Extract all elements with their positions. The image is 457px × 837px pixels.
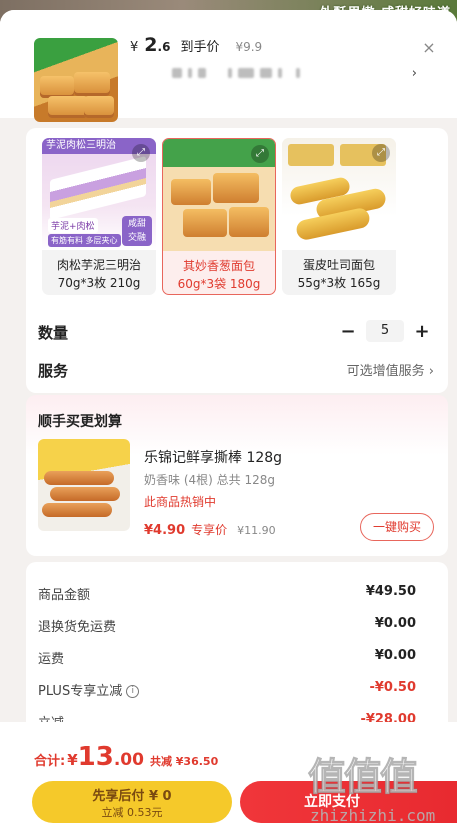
variant-name: 蛋皮吐司面包	[302, 258, 375, 272]
variant-option-2[interactable]: 其妙香葱面包 60g*3袋 180g ⤢	[162, 138, 276, 295]
summary-row: 退换货免运费 ¥0.00	[38, 616, 416, 635]
close-button[interactable]: ×	[419, 38, 439, 58]
recommend-product-title[interactable]: 乐锦记鲜享撕棒 128g	[144, 447, 282, 467]
zoom-icon[interactable]: ⤢	[372, 144, 390, 162]
spec-arrow-icon[interactable]: ›	[412, 66, 417, 81]
recommend-product-spec: 奶香味 (4根) 总共 128g	[144, 473, 275, 487]
hot-sale-tag: 此商品热销中	[144, 495, 217, 509]
variant-spec: 60g*3袋 180g	[177, 277, 261, 291]
recommend-title: 顺手买更划算	[38, 414, 122, 430]
recommend-price: ¥4.90 专享价 ¥11.90	[144, 523, 276, 538]
zoom-icon[interactable]: ⤢	[251, 145, 269, 163]
price-row: ¥ 2.6 到手价 ¥9.9	[130, 34, 262, 56]
plus-button[interactable]: +	[414, 321, 430, 342]
variant-name: 肉松芋泥三明治	[56, 258, 141, 272]
minus-button[interactable]: −	[340, 321, 356, 342]
variant-1-subtag: 有筋有料 多层夹心	[48, 234, 121, 247]
price-label: 到手价	[180, 40, 220, 55]
quantity-stepper: − 5 +	[340, 320, 430, 342]
saved-amount: 共减 ¥36.50	[149, 755, 219, 768]
one-click-buy-button[interactable]: 一键购买	[360, 513, 434, 541]
quantity-label: 数量	[38, 324, 69, 342]
total-amount: 合计: ¥ 13 .00 共减 ¥36.50	[34, 742, 219, 772]
variant-1-badge: 咸甜 交融	[122, 216, 152, 246]
price-summary-card: 商品金额 ¥49.50 退换货免运费 ¥0.00 运费 ¥0.00 PLUS专享立减 i…	[26, 562, 448, 732]
product-thumbnail[interactable]	[34, 38, 118, 122]
variant-spec: 70g*3枚 210g	[57, 276, 141, 290]
zoom-icon[interactable]: ⤢	[132, 144, 150, 162]
summary-row: 运费 ¥0.00	[38, 648, 416, 667]
recommend-product-image[interactable]	[38, 439, 130, 531]
service-selector[interactable]: 可选增值服务 ›	[347, 360, 434, 379]
service-label: 服务	[38, 362, 69, 380]
info-icon[interactable]: i	[126, 685, 140, 698]
price-currency: ¥	[130, 40, 139, 55]
watermark: 值值值 zhizhizhi.com	[307, 755, 436, 826]
variant-1-tag: 芋泥+肉松	[48, 218, 98, 233]
sku-sheet: ¥ 2.6 到手价 ¥9.9 › × 芋泥肉松三明治 芋泥+肉松 有筋有料 多层…	[0, 10, 457, 837]
price-value: 2.6	[144, 34, 171, 56]
recommend-card: 顺手买更划算 乐锦记鲜享撕棒 128g 奶香味 (4根) 总共 128g 此商品…	[26, 395, 448, 556]
quantity-input[interactable]: 5	[366, 320, 404, 342]
pay-later-button[interactable]: 先享后付 ¥ 0 立减 0.53元	[32, 781, 232, 823]
sheet-header: ¥ 2.6 到手价 ¥9.9 › ×	[0, 10, 457, 122]
summary-row: 商品金额 ¥49.50	[38, 584, 416, 603]
variant-option-1[interactable]: 芋泥肉松三明治 芋泥+肉松 有筋有料 多层夹心 咸甜 交融 肉松芋泥三明治 70…	[42, 138, 156, 295]
variant-card: 芋泥肉松三明治 芋泥+肉松 有筋有料 多层夹心 咸甜 交融 肉松芋泥三明治 70…	[26, 128, 448, 393]
summary-row: PLUS专享立减 i -¥0.50	[38, 680, 416, 699]
variant-option-3[interactable]: 蛋皮吐司面包 55g*3枚 165g ⤢	[282, 138, 396, 295]
selected-spec-blurred[interactable]	[172, 68, 300, 78]
variant-spec: 55g*3枚 165g	[297, 276, 381, 290]
variant-name: 其妙香葱面包	[182, 259, 255, 273]
original-price: ¥9.9	[235, 40, 263, 54]
